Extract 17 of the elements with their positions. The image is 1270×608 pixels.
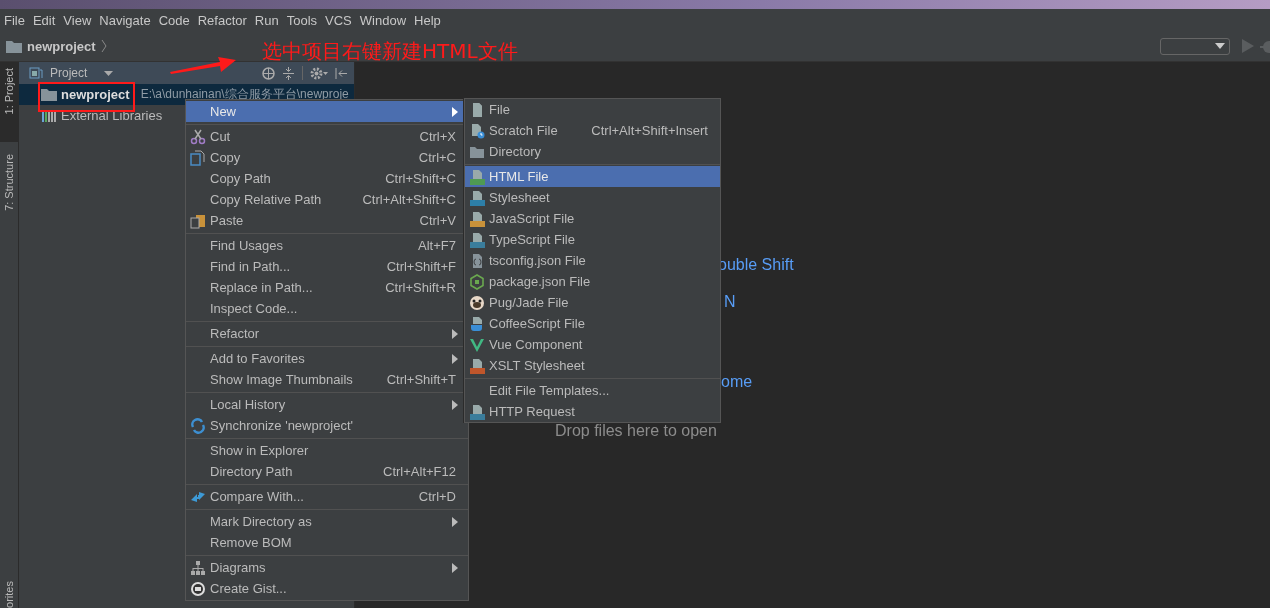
shortcut-text: Ctrl+Shift+R	[385, 280, 456, 295]
drop-hint: Drop files here to open	[555, 422, 717, 440]
shortcut-text: Ctrl+D	[418, 489, 456, 504]
shortcut-text: Ctrl+Alt+Shift+C	[362, 192, 456, 207]
shortcut-text: Ctrl+V	[419, 213, 456, 228]
shortcut-text: Ctrl+Alt+F12	[383, 464, 456, 479]
shortcut-text: Ctrl+Shift+F	[386, 259, 456, 274]
shortcut-text: Ctrl+Alt+Shift+Insert	[591, 123, 708, 138]
shortcut-text: Ctrl+Shift+T	[386, 372, 456, 387]
shortcut-text: Alt+F7	[418, 238, 456, 253]
shortcut-text: Ctrl+X	[419, 129, 456, 144]
shortcut-text: Ctrl+C	[418, 150, 456, 165]
shortcut-text: Ctrl+Shift+C	[385, 171, 456, 186]
path-text: E:\a\dunhainan\综合服务平台\newproje	[140, 86, 349, 103]
shortcut-hint: ome	[721, 373, 753, 391]
shortcut-hint: N	[724, 293, 736, 311]
annotation-text: 选中项目右键新建HTML文件	[262, 38, 518, 65]
